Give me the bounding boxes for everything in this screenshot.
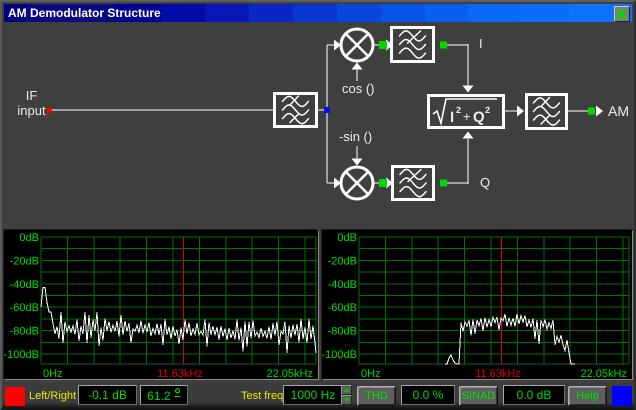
svg-text:Q: Q [480, 175, 490, 190]
svg-text:-20dB: -20dB [328, 255, 357, 267]
svg-text:-60dB: -60dB [10, 302, 39, 314]
svg-text:0Hz: 0Hz [43, 368, 63, 379]
svg-text:input: input [17, 103, 46, 118]
svg-text:2: 2 [485, 105, 490, 115]
svg-text:-80dB: -80dB [328, 326, 357, 338]
svg-text:AM: AM [608, 103, 629, 119]
svg-text:-80dB: -80dB [10, 326, 39, 338]
svg-text:-100dB: -100dB [4, 349, 39, 361]
svg-text:I: I [450, 109, 454, 126]
svg-text:0dB: 0dB [19, 232, 39, 244]
svg-text:-sin (): -sin () [339, 129, 372, 144]
svg-text:22.05kHz: 22.05kHz [581, 368, 627, 379]
svg-text:2: 2 [456, 105, 461, 115]
svg-text:-40dB: -40dB [328, 279, 357, 291]
svg-text:cos (): cos () [342, 81, 375, 96]
svg-text:0dB: 0dB [337, 232, 357, 244]
svg-text:IF: IF [26, 88, 38, 103]
svg-text:11.63kHz: 11.63kHz [157, 368, 203, 379]
svg-text:-20dB: -20dB [10, 255, 39, 267]
svg-text:11.63kHz: 11.63kHz [475, 368, 521, 379]
svg-text:I: I [479, 36, 483, 51]
svg-text:+: + [463, 109, 471, 124]
svg-text:22.05kHz: 22.05kHz [267, 368, 313, 379]
svg-text:-60dB: -60dB [328, 302, 357, 314]
svg-text:0Hz: 0Hz [361, 368, 381, 379]
svg-text:Q: Q [473, 109, 485, 126]
svg-text:-100dB: -100dB [322, 349, 357, 361]
svg-text:-40dB: -40dB [10, 279, 39, 291]
